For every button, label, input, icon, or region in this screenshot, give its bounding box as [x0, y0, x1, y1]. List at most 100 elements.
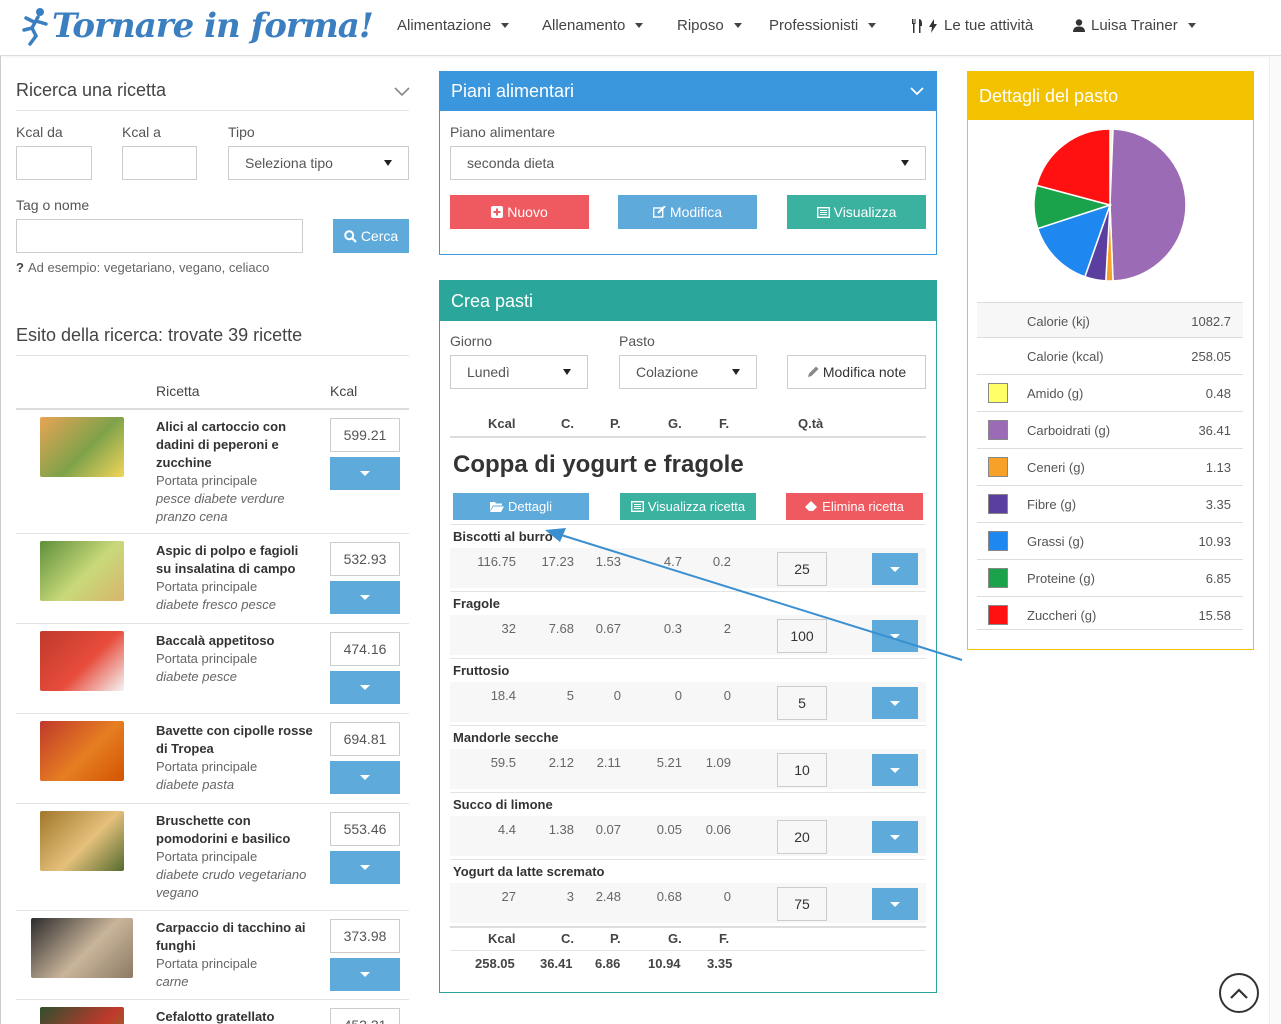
edit-notes-button[interactable]: Modifica note [787, 355, 926, 389]
details-button[interactable]: Dettagli [453, 493, 589, 520]
delete-recipe-button[interactable]: Elimina ricetta [786, 493, 923, 520]
recipe-kcal-field[interactable]: 532.93 [330, 542, 400, 576]
ingredient-quantity-input[interactable]: 25 [777, 552, 827, 586]
caret-down-icon [890, 901, 900, 907]
divider [16, 355, 409, 356]
details-value: 15.58 [1198, 608, 1231, 623]
ingredient-c: 3 [566, 889, 574, 904]
recipe-name[interactable]: Cefalotto gratellato [156, 1008, 316, 1024]
view-plan-button[interactable]: Visualizza [787, 195, 926, 229]
recipe-name[interactable]: Bruschette con pomodorini e basilico [156, 812, 316, 848]
recipe-name[interactable]: Carpaccio di tacchino ai funghi [156, 919, 316, 955]
nav-alimentazione[interactable]: Alimentazione [397, 17, 510, 34]
ingredient-g: 0 [674, 688, 682, 703]
ingredient-name: Yogurt da latte scremato [453, 864, 605, 879]
nav-user-menu[interactable]: Luisa Trainer [1073, 17, 1196, 34]
plans-panel-header[interactable]: Piani alimentari [440, 72, 936, 111]
ingredient-c: 7.68 [548, 621, 574, 636]
ingredient-options-button[interactable] [872, 821, 918, 853]
recipe-thumbnail[interactable] [40, 721, 124, 781]
ingredient-f: 0.06 [705, 822, 731, 837]
tag-input[interactable] [16, 219, 303, 253]
recipe-add-dropdown-button[interactable] [330, 851, 400, 884]
caret-down-icon [360, 685, 370, 690]
nav-riposo[interactable]: Riposo [677, 17, 742, 34]
recipe-name[interactable]: Baccalà appetitoso [156, 632, 316, 650]
recipe-info: Carpaccio di tacchino ai funghi Portata p… [156, 919, 316, 991]
caret-down-icon [1187, 23, 1196, 28]
new-plan-button[interactable]: Nuovo [450, 195, 589, 229]
legend-swatch [988, 568, 1008, 588]
meal-select[interactable]: Colazione [619, 355, 757, 389]
ingredient-quantity-input[interactable]: 100 [777, 619, 827, 653]
ingredient-quantity-input[interactable]: 20 [777, 820, 827, 854]
recipe-name[interactable]: Aspic di polpo e fagioli su insalatina d… [156, 542, 316, 578]
type-select[interactable]: Seleziona tipo [228, 146, 409, 180]
ingredient-options-button[interactable] [872, 754, 918, 786]
ingredient-options-button[interactable] [872, 687, 918, 719]
col-kcal-header: Kcal [330, 383, 358, 399]
ingredient-quantity-input[interactable]: 10 [777, 753, 827, 787]
scrollbar[interactable] [1269, 56, 1281, 1024]
details-panel-header: Dettagli del pasto [968, 72, 1253, 120]
nav-activities[interactable]: Le tue attività [911, 17, 1033, 34]
meals-title: Crea pasti [451, 290, 534, 311]
recipe-kcal-field[interactable]: 373.98 [330, 919, 400, 953]
view-recipe-button[interactable]: Visualizza ricetta [620, 493, 756, 520]
details-value: 10.93 [1198, 534, 1231, 549]
recipe-thumbnail[interactable] [40, 631, 124, 691]
recipe-thumbnail[interactable] [40, 811, 124, 871]
recipe-info: Aspic di polpo e fagioli su insalatina d… [156, 542, 316, 614]
divider [450, 950, 926, 951]
ingredient-name: Mandorle secche [453, 730, 559, 745]
ingredient-name: Biscotti al burro [453, 529, 553, 544]
recipe-thumbnail[interactable] [40, 417, 124, 477]
ingredient-options-button[interactable] [872, 620, 918, 652]
recipe-kcal-field[interactable]: 452.31 [330, 1008, 400, 1024]
recipe-thumbnail[interactable] [31, 918, 133, 978]
day-select[interactable]: Lunedì [450, 355, 588, 389]
ingredient-options-button[interactable] [872, 553, 918, 585]
ingredient-options-button[interactable] [872, 888, 918, 920]
recipe-add-dropdown-button[interactable] [330, 958, 400, 991]
recipe-thumbnail[interactable] [40, 1007, 124, 1024]
recipe-name[interactable]: Bavette con cipolle rosse di Tropea [156, 722, 316, 758]
brand-logo[interactable]: Tornare in forma! [20, 2, 374, 50]
edit-plan-button[interactable]: Modifica [618, 195, 757, 229]
col-recipe-header: Ricetta [156, 383, 200, 399]
recipe-name[interactable]: Alici al cartoccio con dadini di peperon… [156, 418, 316, 472]
recipe-tags: diabete pasta [156, 777, 235, 792]
kcal-from-input[interactable] [16, 146, 92, 180]
ingredient-quantity-input[interactable]: 75 [777, 887, 827, 921]
search-button[interactable]: Cerca [333, 219, 409, 253]
nav-professionisti[interactable]: Professionisti [769, 17, 877, 34]
recipe-kcal-field[interactable]: 599.21 [330, 418, 400, 452]
scroll-top-button[interactable] [1219, 973, 1259, 1013]
recipe-info: Bruschette con pomodorini e basilico Port… [156, 812, 316, 902]
ingredient-row: Fruttosio 18.4 5 0 0 0 5 [450, 659, 926, 726]
recipe-kcal-field[interactable]: 694.81 [330, 722, 400, 756]
recipe-kcal-field[interactable]: 553.46 [330, 812, 400, 846]
plan-select-value: seconda dieta [467, 155, 555, 171]
pie-slice-carboidrati[interactable] [1109, 128, 1187, 282]
brand-title: Tornare in forma! [52, 6, 374, 46]
recipe-add-dropdown-button[interactable] [330, 761, 400, 794]
recipe-add-dropdown-button[interactable] [330, 671, 400, 704]
details-row: Ceneri (g) 1.13 [977, 448, 1243, 485]
details-row: Calorie (kj) 1082.7 [977, 302, 1243, 337]
kcal-from-label: Kcal da [16, 124, 63, 140]
ingredient-g: 5.21 [656, 755, 682, 770]
recipe-add-dropdown-button[interactable] [330, 457, 400, 490]
plan-select[interactable]: seconda dieta [450, 146, 926, 180]
col-quantity: Q.tà [798, 416, 824, 431]
recipe-add-dropdown-button[interactable] [330, 581, 400, 614]
day-label: Giorno [450, 333, 493, 349]
footer-fat: G. [668, 931, 682, 946]
nav-allenamento[interactable]: Allenamento [542, 17, 644, 34]
chevron-down-icon[interactable] [394, 87, 410, 97]
recipe-kcal-field[interactable]: 474.16 [330, 632, 400, 666]
type-label: Tipo [228, 124, 255, 140]
recipe-thumbnail[interactable] [40, 541, 124, 601]
ingredient-quantity-input[interactable]: 5 [777, 686, 827, 720]
kcal-to-input[interactable] [122, 146, 197, 180]
